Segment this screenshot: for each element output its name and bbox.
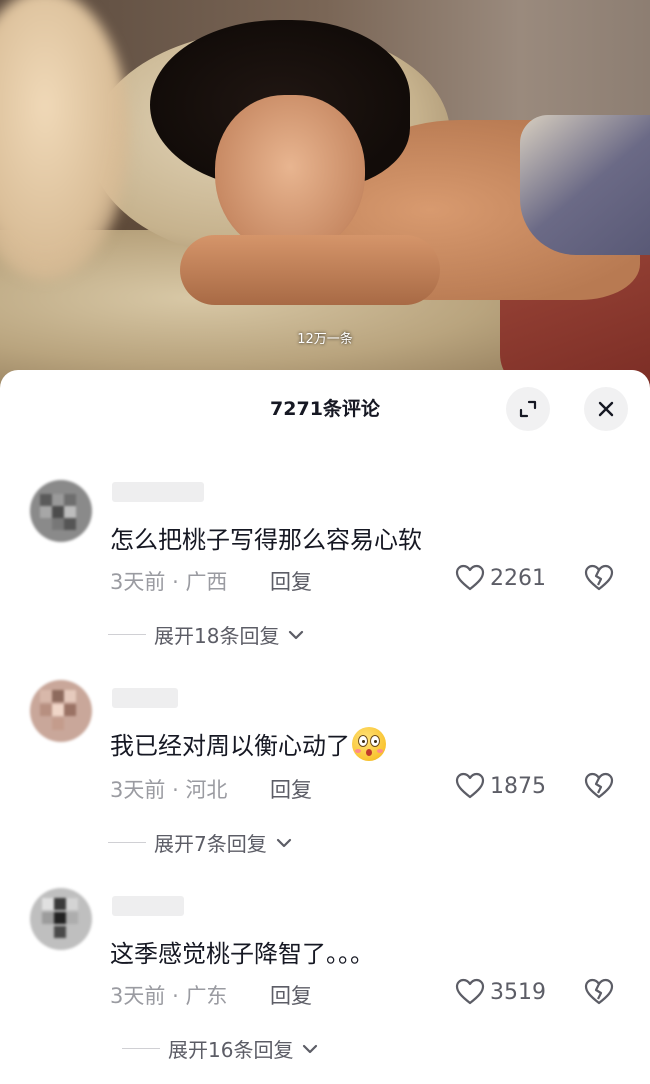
like-button[interactable]: 1875 — [455, 772, 546, 800]
like-button[interactable]: 3519 — [455, 978, 546, 1006]
avatar[interactable] — [30, 480, 92, 542]
meta-separator: · — [172, 778, 179, 802]
broken-heart-icon — [584, 564, 614, 591]
video-face — [215, 95, 365, 255]
flushed-face-emoji — [352, 727, 386, 761]
username-blurred[interactable] — [112, 896, 184, 916]
chevron-down-icon — [289, 630, 304, 639]
reply-button[interactable]: 回复 — [270, 774, 312, 804]
chevron-down-icon — [303, 1044, 318, 1053]
video-slip — [520, 115, 650, 255]
reply-button[interactable]: 回复 — [270, 980, 312, 1010]
comment-location: 河北 — [185, 778, 228, 802]
comment-item: 这季感觉桃子降智了。。。 3天前 · 广东 回复 3519 展开16条回复 — [0, 884, 650, 1084]
expand-replies[interactable]: 展开16条回复 — [122, 1034, 319, 1063]
broken-heart-icon — [584, 978, 614, 1005]
video-arm — [180, 235, 440, 305]
expand-icon — [519, 400, 537, 418]
close-icon — [598, 401, 614, 417]
comment-meta: 3天前 · 广东 — [110, 980, 227, 1010]
comment-text-content: 我已经对周以衡心动了 — [110, 732, 350, 760]
avatar[interactable] — [30, 680, 92, 742]
like-count: 1875 — [490, 773, 546, 799]
comment-text: 这季感觉桃子降智了。。。 — [110, 940, 374, 968]
avatar[interactable] — [30, 888, 92, 950]
dislike-button[interactable] — [584, 772, 614, 804]
expand-replies-label: 展开18条回复 — [154, 624, 280, 648]
comment-time: 3天前 — [110, 984, 166, 1008]
comment-time: 3天前 — [110, 570, 166, 594]
comment-meta: 3天前 · 河北 — [110, 774, 227, 804]
video-player[interactable]: 12万一条 — [0, 0, 650, 400]
divider-line — [108, 842, 146, 843]
like-count: 2261 — [490, 565, 546, 591]
close-button[interactable] — [584, 387, 628, 431]
video-subtitle: 12万一条 — [297, 332, 353, 347]
comment-text: 怎么把桃子写得那么容易心软 — [110, 526, 422, 554]
comment-meta: 3天前 · 广西 — [110, 566, 227, 596]
like-button[interactable]: 2261 — [455, 564, 546, 592]
comment-location: 广西 — [185, 570, 228, 594]
expand-button[interactable] — [506, 387, 550, 431]
comments-header: 7271条评论 — [0, 370, 650, 442]
username-blurred[interactable] — [112, 688, 178, 708]
dislike-button[interactable] — [584, 978, 614, 1010]
dislike-button[interactable] — [584, 564, 614, 596]
comment-location: 广东 — [185, 984, 228, 1008]
comment-item: 怎么把桃子写得那么容易心软 3天前 · 广西 回复 2261 展开18条回复 — [0, 470, 650, 670]
like-count: 3519 — [490, 979, 546, 1005]
comments-count-title: 7271条评论 — [270, 398, 380, 420]
heart-icon — [455, 978, 485, 1005]
meta-separator: · — [172, 984, 179, 1008]
meta-separator: · — [172, 570, 179, 594]
expand-replies[interactable]: 展开7条回复 — [108, 828, 293, 857]
comment-time: 3天前 — [110, 778, 166, 802]
reply-button[interactable]: 回复 — [270, 566, 312, 596]
divider-line — [122, 1048, 160, 1049]
comment-text: 我已经对周以衡心动了 — [110, 726, 386, 764]
chevron-down-icon — [276, 838, 291, 847]
divider-line — [108, 634, 146, 635]
comment-item: 我已经对周以衡心动了 3天前 · 河北 回复 1875 展开7条回复 — [0, 676, 650, 876]
expand-replies[interactable]: 展开18条回复 — [108, 620, 305, 649]
expand-replies-label: 展开16条回复 — [168, 1038, 294, 1062]
username-blurred[interactable] — [112, 482, 204, 502]
expand-replies-label: 展开7条回复 — [154, 832, 267, 856]
broken-heart-icon — [584, 772, 614, 799]
heart-icon — [455, 772, 485, 799]
heart-icon — [455, 564, 485, 591]
